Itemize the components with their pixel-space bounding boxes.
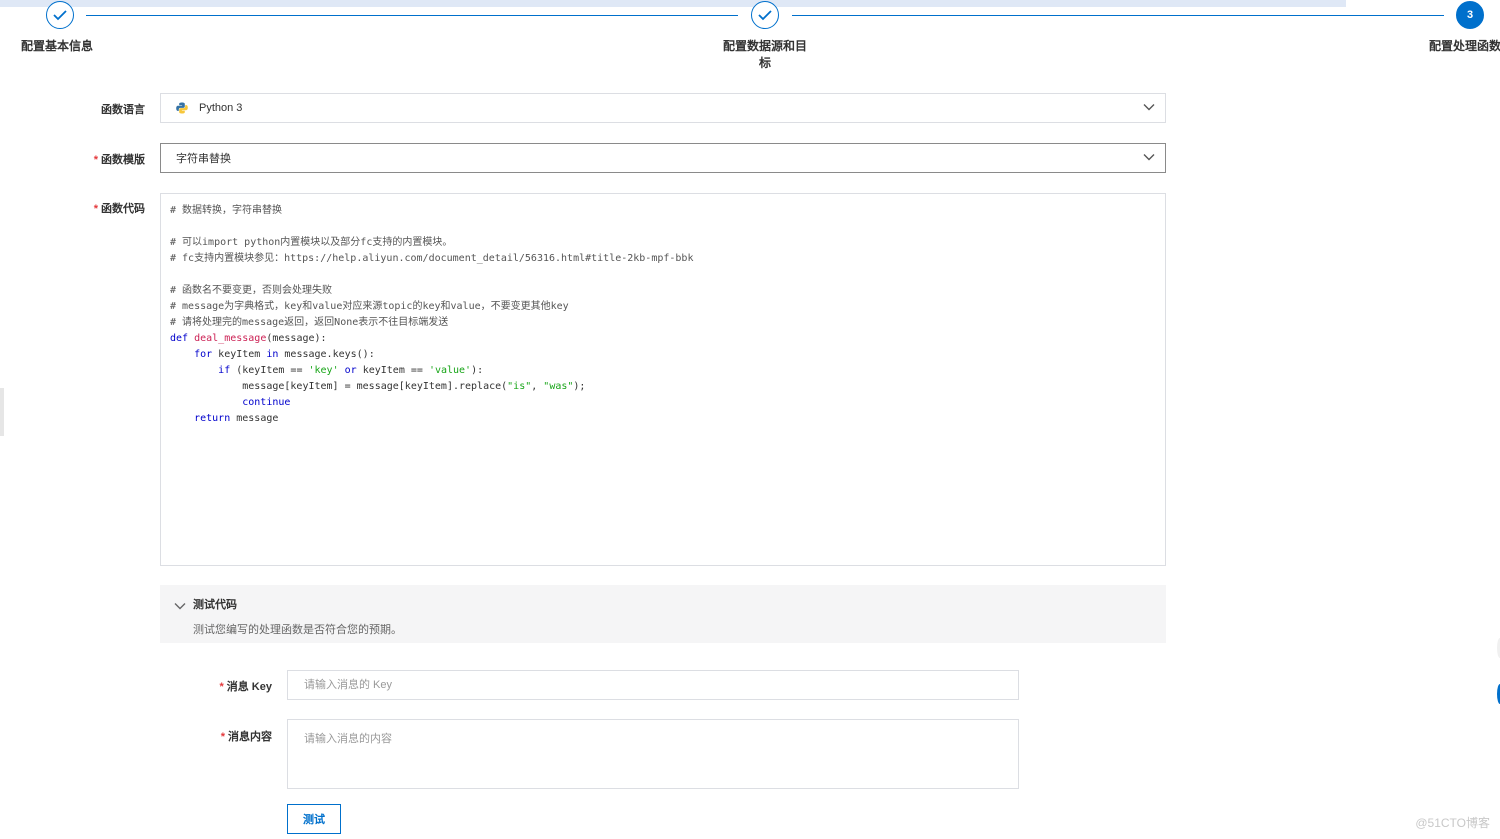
- test-code-panel[interactable]: 测试代码 测试您编写的处理函数是否符合您的预期。: [160, 585, 1166, 643]
- code-line: for keyItem in message.keys():: [194, 349, 375, 360]
- message-key-label-text: 消息 Key: [226, 681, 272, 693]
- required-mark: *: [93, 203, 98, 215]
- left-edge-handle[interactable]: [0, 388, 4, 436]
- language-select-value: Python 3: [199, 102, 243, 114]
- step-connector: [86, 15, 738, 16]
- test-button[interactable]: 测试: [287, 804, 341, 834]
- code-line: # 可以import python内置模块以及部分fc支持的内置模块。: [170, 237, 453, 248]
- required-mark: *: [219, 681, 224, 693]
- message-key-input[interactable]: 请输入消息的 Key: [287, 670, 1019, 700]
- chevron-down-icon[interactable]: [174, 597, 186, 615]
- code-label: * 函数代码: [60, 200, 145, 216]
- code-line: # fc支持内置模块参见：https://help.aliyun.com/doc…: [170, 253, 694, 264]
- template-select-value: 字符串替换: [176, 153, 231, 165]
- code-line: if (keyItem == 'key' or keyItem == 'valu…: [218, 365, 484, 376]
- message-content-label: * 消息内容: [190, 728, 272, 744]
- template-select[interactable]: 字符串替换: [160, 143, 1166, 173]
- code-line: message[keyItem] = message[keyItem].repl…: [170, 381, 586, 392]
- template-label-text: 函数模版: [101, 154, 145, 166]
- chevron-down-icon: [1143, 152, 1155, 164]
- message-key-label: * 消息 Key: [190, 678, 272, 694]
- step-indicator: 配置基本信息 配置数据源和目标 3 配置处理函数: [0, 0, 1500, 80]
- required-mark: *: [93, 154, 98, 166]
- code-line: # 请将处理完的message返回，返回None表示不往目标端发送: [170, 317, 449, 328]
- code-line: # 函数名不要变更，否则会处理失败: [170, 285, 333, 296]
- message-key-placeholder: 请输入消息的 Key: [304, 679, 393, 691]
- step-1-label: 配置基本信息: [20, 39, 93, 53]
- test-panel-description: 测试您编写的处理函数是否符合您的预期。: [193, 624, 402, 636]
- code-line: # 数据转换，字符串替换: [170, 205, 283, 216]
- test-panel-title: 测试代码: [193, 599, 237, 611]
- code-line: continue: [242, 397, 291, 408]
- message-content-textarea[interactable]: 请输入消息的内容: [287, 719, 1019, 789]
- required-mark: *: [220, 731, 225, 743]
- message-content-label-text: 消息内容: [228, 731, 272, 743]
- step-2-label: 配置数据源和目标: [722, 39, 807, 70]
- step-connector: [792, 15, 1444, 16]
- watermark: @51CTO博客: [1415, 816, 1490, 830]
- step-3-label: 配置处理函数: [1429, 39, 1500, 53]
- template-label: * 函数模版: [60, 151, 145, 167]
- language-label: 函数语言: [101, 104, 145, 116]
- code-editor[interactable]: # 数据转换，字符串替换 # 可以import python内置模块以及部分fc…: [160, 193, 1166, 566]
- language-select[interactable]: Python 3: [160, 93, 1166, 123]
- step-1-check-icon: [46, 1, 74, 29]
- code-line: # message为字典格式，key和value对应来源topic的key和va…: [170, 301, 569, 312]
- python-icon: [176, 102, 188, 114]
- code-line: def deal_message(message):: [170, 333, 327, 344]
- step-3-number: 3: [1456, 1, 1484, 29]
- step-2-check-icon: [751, 1, 779, 29]
- chevron-down-icon: [1143, 102, 1155, 114]
- code-line: return message: [194, 413, 279, 424]
- code-label-text: 函数代码: [101, 203, 145, 215]
- message-content-placeholder: 请输入消息的内容: [304, 733, 392, 745]
